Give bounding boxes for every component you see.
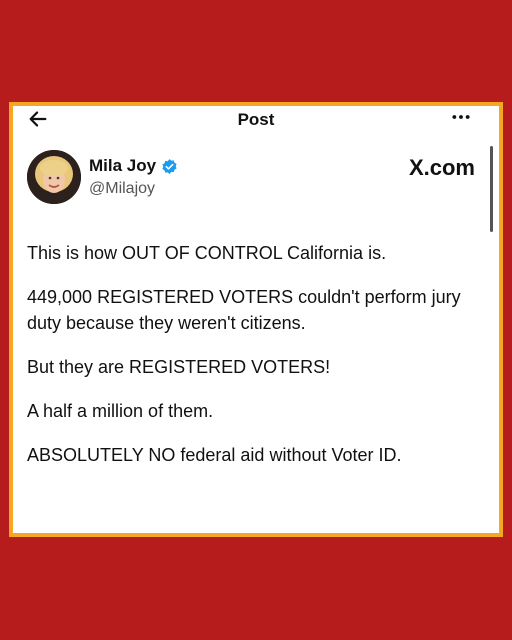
author-name[interactable]: Mila Joy <box>89 156 178 176</box>
post-paragraph: A half a million of them. <box>27 401 214 421</box>
post-paragraph: 449,000 REGISTERED VOTERS couldn't perfo… <box>27 287 461 333</box>
post-card: Post Mila Joy @Milajoy X.com This is how… <box>9 102 503 537</box>
post-body: This is how OUT OF CONTROL California is… <box>27 240 475 486</box>
post-paragraph: But they are REGISTERED VOTERS! <box>27 357 331 377</box>
author-name-text: Mila Joy <box>89 156 157 175</box>
avatar[interactable] <box>27 150 81 204</box>
author-handle[interactable]: @Milajoy <box>89 180 155 198</box>
author-header: Mila Joy @Milajoy X.com <box>13 138 499 204</box>
post-paragraph: ABSOLUTELY NO federal aid without Voter … <box>27 445 402 465</box>
more-options-button[interactable] <box>451 107 471 132</box>
top-bar: Post <box>13 106 499 138</box>
post-paragraph: This is how OUT OF CONTROL California is… <box>27 243 387 263</box>
avatar-image <box>27 150 81 204</box>
brand-watermark: X.com <box>408 155 475 180</box>
more-horizontal-icon <box>452 115 470 119</box>
page-title: Post <box>237 110 275 129</box>
verified-badge-icon <box>162 158 177 174</box>
